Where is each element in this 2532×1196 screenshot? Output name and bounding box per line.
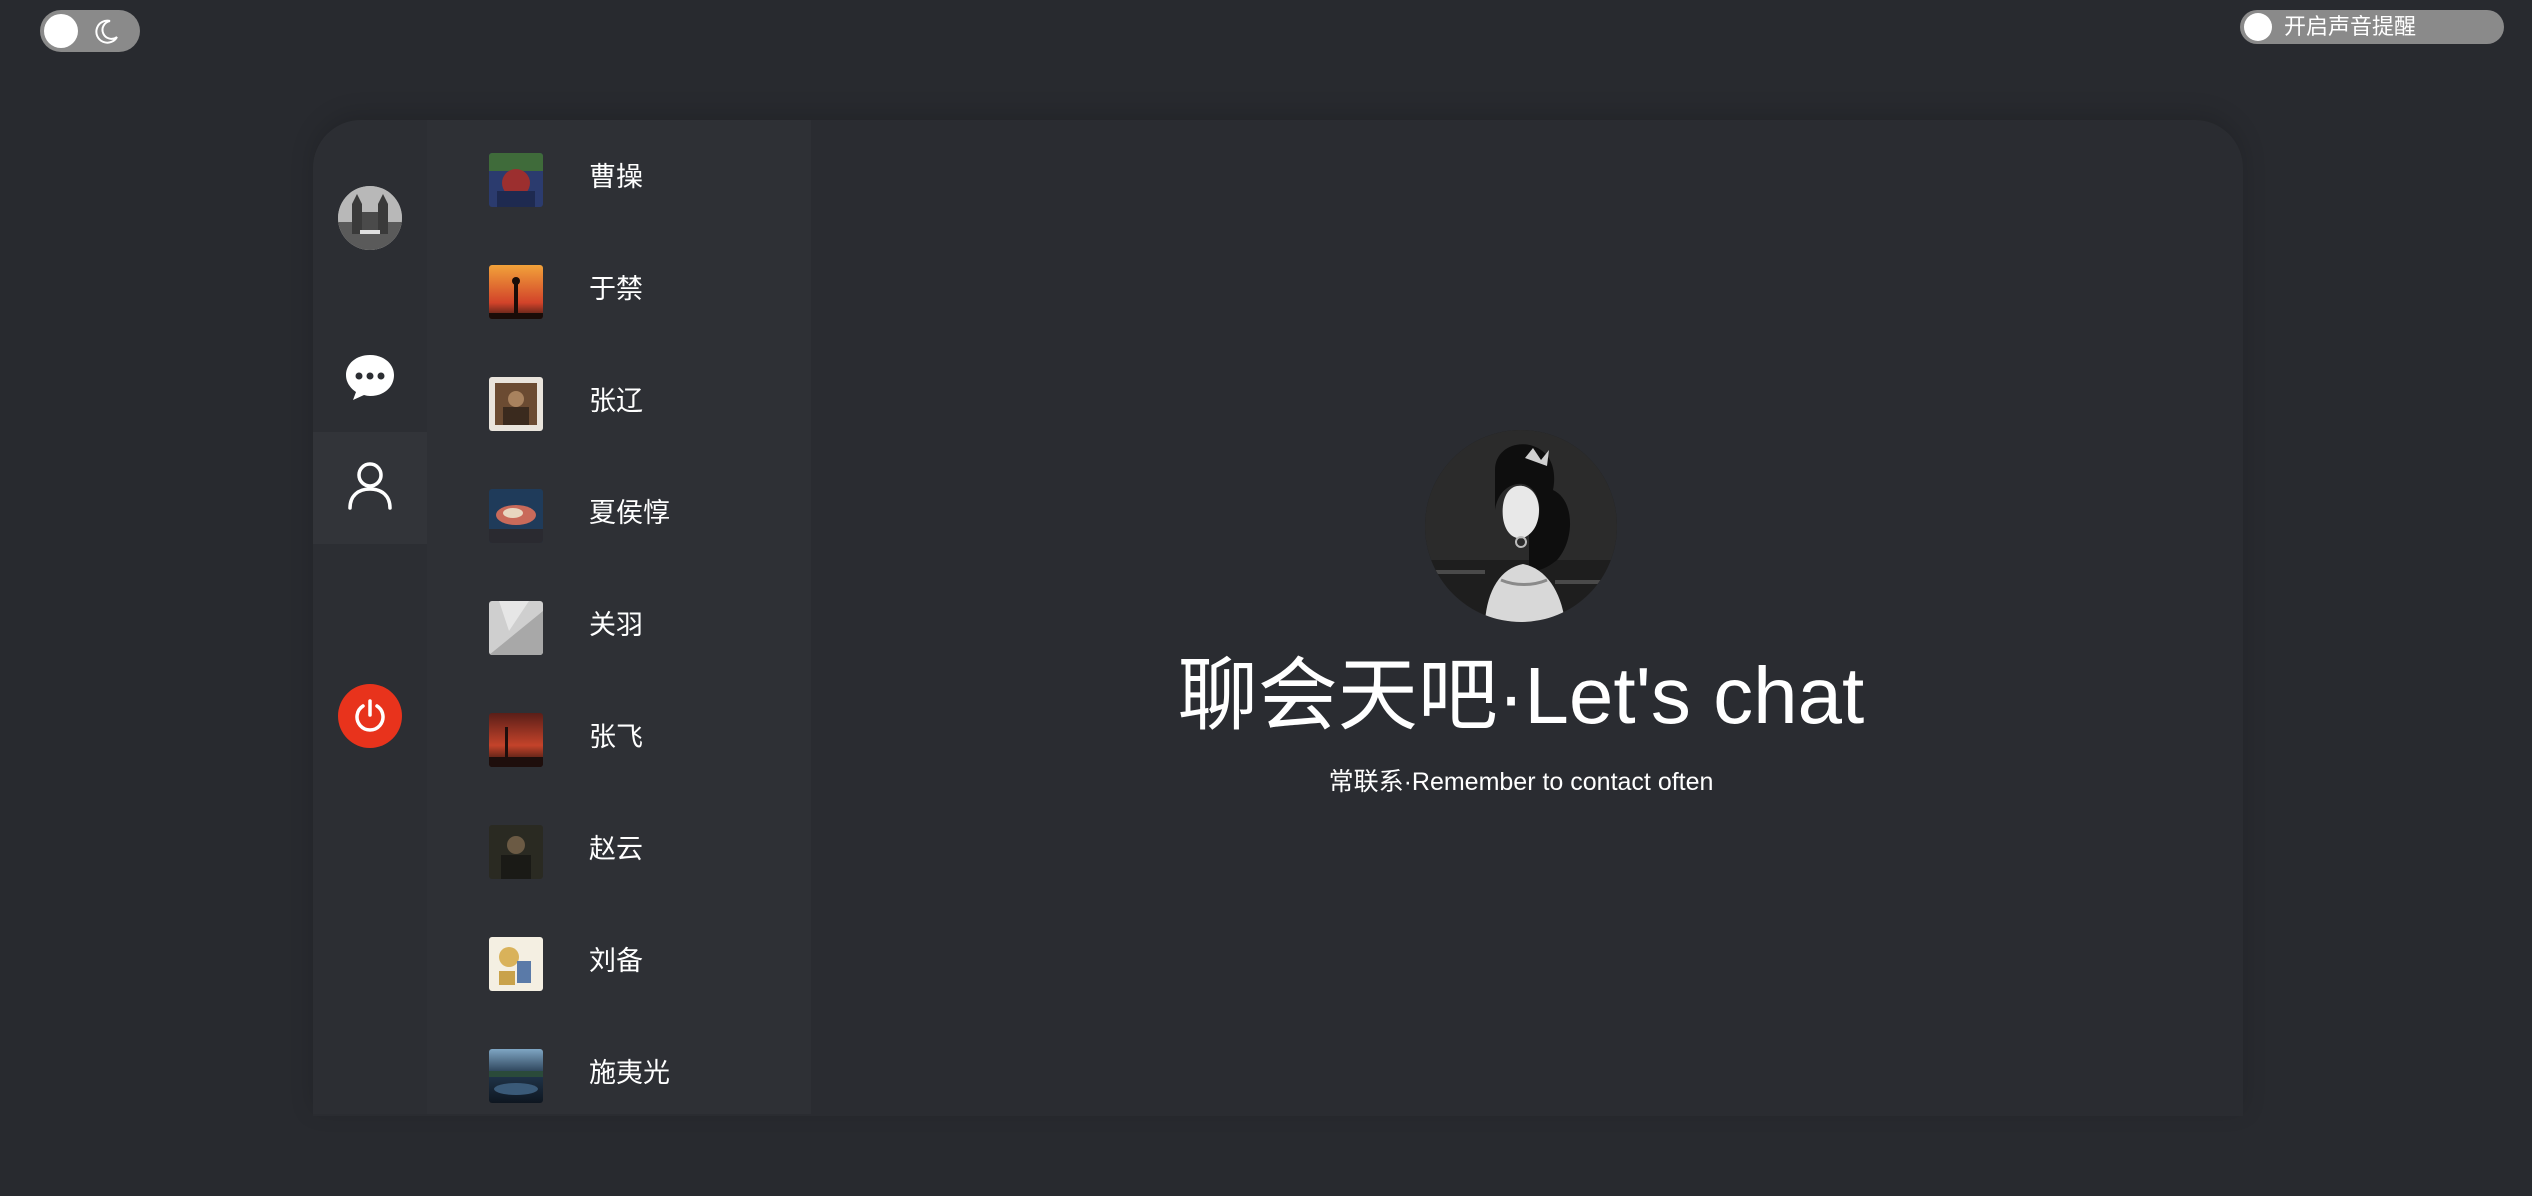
contact-name: 刘备 <box>589 946 643 976</box>
theme-toggle[interactable] <box>40 10 140 52</box>
contact-item[interactable]: 关羽 <box>427 568 811 680</box>
contact-avatar <box>489 713 543 767</box>
contact-name: 夏侯惇 <box>589 498 670 528</box>
sound-alert-label: 开启声音提醒 <box>2284 14 2417 39</box>
contact-name: 施夷光 <box>589 1058 670 1088</box>
contact-item[interactable]: 施夷光 <box>427 1016 811 1114</box>
contact-avatar <box>489 825 543 879</box>
welcome-avatar <box>1425 430 1617 622</box>
contact-avatar <box>489 1049 543 1103</box>
contact-name: 张飞 <box>589 722 643 752</box>
icon-sidebar <box>313 120 427 1114</box>
moon-icon <box>95 19 118 44</box>
contact-item[interactable]: 张辽 <box>427 344 811 456</box>
contact-avatar <box>489 265 543 319</box>
welcome-subtitle: 常联系·Remember to contact often <box>1328 768 1714 796</box>
contact-item[interactable]: 夏侯惇 <box>427 456 811 568</box>
chat-bubble-icon <box>346 355 394 400</box>
contact-avatar <box>489 489 543 543</box>
contact-item[interactable]: 刘备 <box>427 904 811 1016</box>
contact-name: 关羽 <box>589 610 643 640</box>
contact-avatar <box>489 937 543 991</box>
toggle-knob <box>2244 13 2272 41</box>
user-icon <box>348 462 392 510</box>
contact-name: 赵云 <box>589 834 643 864</box>
welcome-avatar-image <box>1425 430 1617 622</box>
contact-avatar <box>489 601 543 655</box>
contact-name: 于禁 <box>589 274 643 304</box>
sidebar-item-chat[interactable] <box>313 330 427 430</box>
sound-alert-toggle[interactable]: 开启声音提醒 <box>2240 10 2504 44</box>
contact-name: 曹操 <box>589 162 643 192</box>
contact-avatar <box>489 377 543 431</box>
toggle-knob <box>44 14 78 48</box>
power-icon <box>355 699 385 732</box>
avatar[interactable] <box>338 186 402 250</box>
contact-item[interactable]: 赵云 <box>427 792 811 904</box>
contact-avatar <box>489 153 543 207</box>
welcome-title: 聊会天吧·Let's chat <box>1177 651 1865 740</box>
contact-name: 张辽 <box>589 386 643 416</box>
logout-button[interactable] <box>338 684 402 748</box>
contact-list: 曹操 于禁 张辽 夏侯惇 关羽 张飞 赵云 刘备 施夷光 <box>427 120 811 1114</box>
contact-item[interactable]: 于禁 <box>427 232 811 344</box>
contact-item[interactable]: 张飞 <box>427 680 811 792</box>
contact-item[interactable]: 曹操 <box>427 120 811 232</box>
sidebar-item-contacts[interactable] <box>313 432 427 544</box>
avatar-image <box>338 186 402 250</box>
